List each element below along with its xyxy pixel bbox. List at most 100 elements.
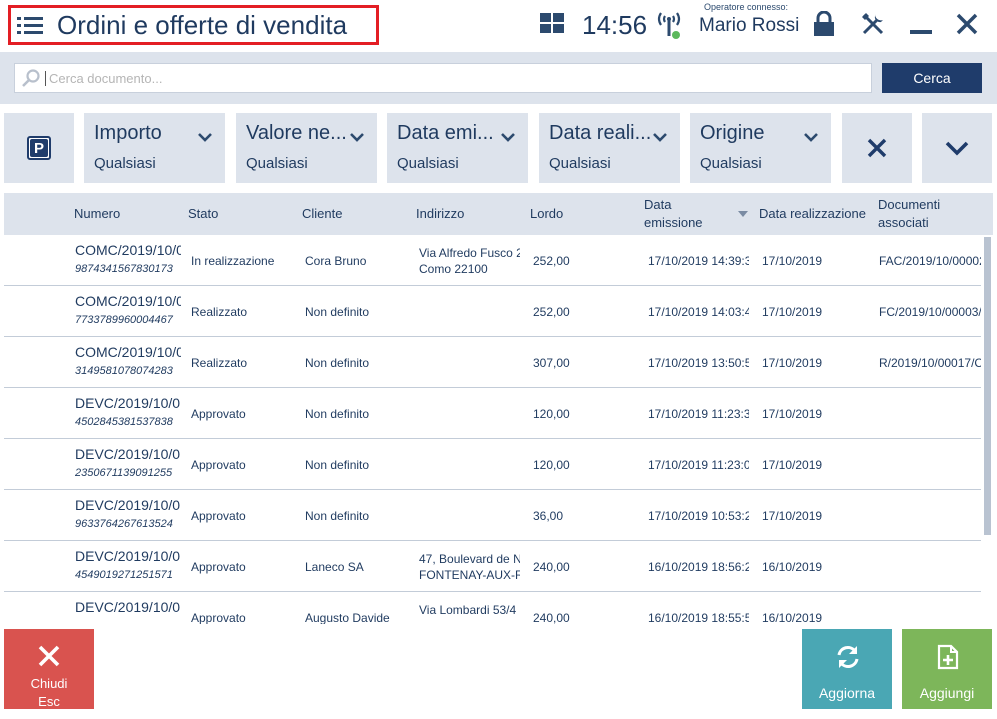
document-number: DEVC/2019/10/0	[75, 497, 181, 513]
filter-data-emissione[interactable]: Data emi... Qualsiasi	[387, 113, 528, 183]
document-number: DEVC/2019/10/0	[75, 395, 181, 411]
expand-filters-button[interactable]	[922, 113, 992, 183]
cell-indirizzo: 47, Boulevard de N	[419, 552, 520, 566]
cell-lordo: 240,00	[533, 611, 570, 624]
document-number: COMC/2019/10/0	[75, 344, 181, 360]
document-number: DEVC/2019/10/0	[75, 548, 181, 564]
close-label: Chiudi	[30, 676, 68, 691]
cell-documenti-associati: R/2019/10/00017/C	[879, 356, 981, 370]
cell-stato: Approvato	[191, 458, 246, 472]
cell-documenti-associati: FAC/2019/10/00002	[879, 254, 981, 268]
document-number: COMC/2019/10/0	[75, 293, 181, 309]
table-header: Numero Stato Cliente Indirizzo Lordo Dat…	[4, 193, 993, 235]
filter-name: Importo	[94, 122, 162, 144]
cell-indirizzo-line2: Como 22100	[419, 262, 488, 276]
scrollbar[interactable]	[981, 235, 993, 624]
cell-cliente: Laneco SA	[305, 560, 364, 574]
cell-data-emissione: 16/10/2019 18:55:5	[648, 611, 749, 624]
chevron-down-icon	[350, 133, 364, 142]
lock-icon[interactable]	[812, 11, 836, 37]
add-document-icon	[937, 644, 959, 670]
parked-documents-button[interactable]: P	[4, 113, 74, 183]
cell-indirizzo-line2: FONTENAY-AUX-R	[419, 568, 520, 582]
column-stato[interactable]: Stato	[188, 205, 218, 223]
cell-lordo: 240,00	[533, 560, 570, 574]
page-title: Ordini e offerte di vendita	[57, 9, 348, 40]
cell-stato: In realizzazione	[191, 254, 275, 268]
cell-data-emissione: 17/10/2019 10:53:2	[648, 509, 749, 523]
cell-data-emissione: 16/10/2019 18:56:2	[648, 560, 749, 574]
filter-name: Valore ne...	[246, 122, 347, 144]
column-data-realizzazione[interactable]: Data realizzazione	[759, 205, 866, 223]
cell-data-realizzazione: 17/10/2019	[762, 407, 823, 421]
header: Ordini e offerte di vendita 14:56 Operat…	[0, 0, 997, 52]
chevron-down-icon	[945, 141, 969, 156]
column-label: associati	[878, 215, 929, 230]
column-documenti-associati[interactable]: Documenti associati	[878, 196, 940, 232]
cell-stato: Realizzato	[191, 356, 248, 370]
cell-stato: Approvato	[191, 560, 246, 574]
tiles-icon[interactable]	[540, 13, 565, 34]
operator-name: Mario Rossi	[699, 15, 800, 36]
cell-documenti-associati: FC/2019/10/00003/	[879, 305, 981, 319]
filter-origine[interactable]: Origine Qualsiasi	[690, 113, 831, 183]
table-row[interactable]: COMC/2019/10/0 7733789960004467 Realizzato…	[4, 286, 981, 337]
clock: 14:56	[582, 10, 648, 40]
search-input[interactable]	[45, 70, 845, 86]
minimize-icon[interactable]	[910, 30, 932, 34]
cell-cliente: Non definito	[305, 305, 370, 319]
document-code: 4502845381537838	[75, 416, 173, 428]
table-row[interactable]: DEVC/2019/10/0 2350671139091255 Approvato N…	[4, 439, 981, 490]
clear-filters-button[interactable]	[842, 113, 912, 183]
search-button[interactable]: Cerca	[882, 63, 982, 93]
menu-icon[interactable]	[17, 15, 43, 35]
cell-lordo: 307,00	[533, 356, 570, 370]
tools-icon[interactable]	[860, 11, 886, 37]
column-indirizzo[interactable]: Indirizzo	[416, 205, 464, 223]
cell-data-emissione: 17/10/2019 11:23:3	[648, 407, 749, 421]
filter-value: Qualsiasi	[549, 155, 611, 172]
close-shortcut: Esc	[38, 694, 60, 709]
column-numero[interactable]: Numero	[74, 205, 120, 223]
document-code: 3149581078074283	[75, 365, 173, 377]
filter-importo[interactable]: Importo Qualsiasi	[84, 113, 225, 183]
column-data-emissione[interactable]: Data emissione	[644, 196, 703, 232]
table-row[interactable]: DEVC/2019/10/0 9633764267613524 Approvato N…	[4, 490, 981, 541]
cell-lordo: 120,00	[533, 458, 570, 472]
cell-indirizzo: Via Alfredo Fusco 2	[419, 246, 520, 260]
clear-icon	[867, 138, 887, 158]
search-field	[14, 63, 872, 93]
cell-stato: Approvato	[191, 509, 246, 523]
column-lordo[interactable]: Lordo	[530, 205, 563, 223]
cell-data-realizzazione: 17/10/2019	[762, 458, 823, 472]
cell-lordo: 36,00	[533, 509, 564, 523]
cell-stato: Approvato	[191, 611, 246, 624]
close-button[interactable]: Chiudi Esc	[4, 629, 94, 709]
document-number: COMC/2019/10/0	[75, 242, 181, 258]
operator-label: Operatore connesso:	[704, 2, 789, 12]
cell-lordo: 252,00	[533, 254, 570, 268]
close-icon[interactable]	[955, 12, 979, 36]
refresh-button[interactable]: Aggiorna	[802, 629, 892, 709]
column-label: Documenti	[878, 197, 941, 212]
cell-data-realizzazione: 16/10/2019	[762, 560, 823, 574]
cell-cliente: Non definito	[305, 356, 370, 370]
chevron-down-icon	[653, 133, 667, 142]
table-row[interactable]: COMC/2019/10/0 3149581078074283 Realizzato…	[4, 337, 981, 388]
cell-stato: Realizzato	[191, 305, 248, 319]
filter-data-realizzazione[interactable]: Data reali... Qualsiasi	[539, 113, 680, 183]
scroll-thumb[interactable]	[984, 237, 991, 535]
add-button[interactable]: Aggiungi	[902, 629, 992, 709]
table-row[interactable]: DEVC/2019/10/0 Approvato Augusto Davide Via…	[4, 592, 981, 624]
document-code: 9633764267613524	[75, 518, 173, 530]
refresh-label: Aggiorna	[818, 685, 876, 701]
cell-cliente: Non definito	[305, 458, 370, 472]
signal-icon[interactable]	[656, 10, 682, 40]
table-row[interactable]: DEVC/2019/10/0 4502845381537838 Approvato N…	[4, 388, 981, 439]
filter-valore-netto[interactable]: Valore ne... Qualsiasi	[236, 113, 377, 183]
table-row[interactable]: DEVC/2019/10/0 4549019271251571 Approvato L…	[4, 541, 981, 592]
cell-lordo: 120,00	[533, 407, 570, 421]
filter-name: Origine	[700, 122, 765, 144]
column-cliente[interactable]: Cliente	[302, 205, 342, 223]
table-row[interactable]: COMC/2019/10/0 9874341567830173 In realizz…	[4, 235, 981, 286]
